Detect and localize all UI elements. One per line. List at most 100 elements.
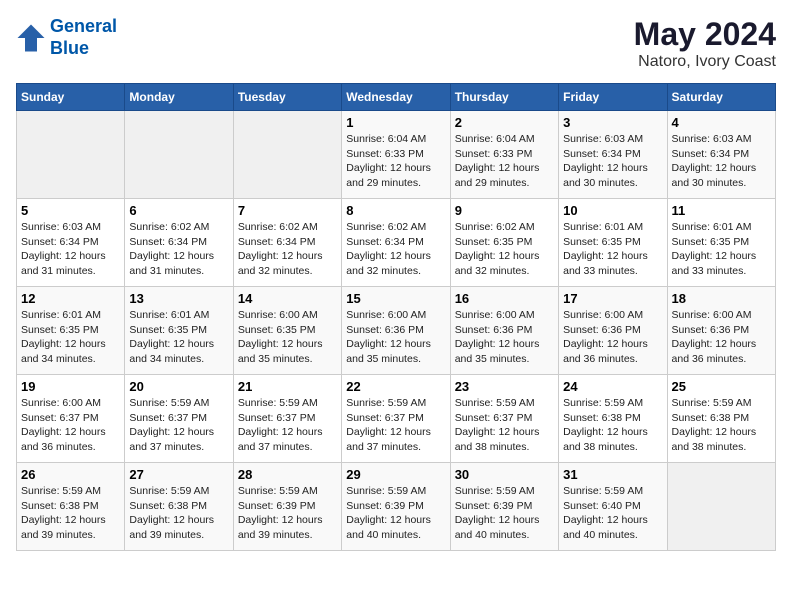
calendar-day-6: 6 Sunrise: 6:02 AMSunset: 6:34 PMDaylight… [125, 199, 233, 287]
calendar-day-17: 17 Sunrise: 6:00 AMSunset: 6:36 PMDayligh… [559, 287, 667, 375]
calendar-week-row: 1 Sunrise: 6:04 AMSunset: 6:33 PMDaylight… [17, 111, 776, 199]
calendar-day-24: 24Sunrise: 5:59 AMSunset: 6:38 PMDayligh… [559, 375, 667, 463]
calendar-day-23: 23Sunrise: 5:59 AMSunset: 6:37 PMDayligh… [450, 375, 558, 463]
weekday-header-saturday: Saturday [667, 84, 775, 111]
location: Natoro, Ivory Coast [634, 53, 776, 71]
day-info: Sunrise: 5:59 AMSunset: 6:39 PMDaylight:… [238, 484, 337, 543]
weekday-header-monday: Monday [125, 84, 233, 111]
calendar-day-29: 29 Sunrise: 5:59 AMSunset: 6:39 PMDayligh… [342, 463, 450, 551]
day-number: 26 [21, 467, 120, 482]
day-number: 20 [129, 379, 228, 394]
calendar-empty-cell [17, 111, 125, 199]
day-info: Sunrise: 6:04 AMSunset: 6:33 PMDaylight:… [346, 132, 445, 191]
day-number: 23 [455, 379, 554, 394]
day-number: 22 [346, 379, 445, 394]
logo-icon [16, 23, 46, 53]
day-info: Sunrise: 6:01 AMSunset: 6:35 PMDaylight:… [563, 220, 662, 279]
day-number: 11 [672, 203, 771, 218]
calendar-week-row: 5Sunrise: 6:03 AMSunset: 6:34 PMDaylight… [17, 199, 776, 287]
day-info: Sunrise: 6:00 AMSunset: 6:36 PMDaylight:… [455, 308, 554, 367]
calendar-day-13: 13 Sunrise: 6:01 AMSunset: 6:35 PMDayligh… [125, 287, 233, 375]
calendar-day-11: 11 Sunrise: 6:01 AMSunset: 6:35 PMDayligh… [667, 199, 775, 287]
title-block: May 2024 Natoro, Ivory Coast [634, 16, 776, 71]
day-info: Sunrise: 5:59 AMSunset: 6:40 PMDaylight:… [563, 484, 662, 543]
weekday-header-row: SundayMondayTuesdayWednesdayThursdayFrid… [17, 84, 776, 111]
calendar-day-30: 30 Sunrise: 5:59 AMSunset: 6:39 PMDayligh… [450, 463, 558, 551]
day-info: Sunrise: 6:01 AMSunset: 6:35 PMDaylight:… [21, 308, 120, 367]
calendar-day-25: 25Sunrise: 5:59 AMSunset: 6:38 PMDayligh… [667, 375, 775, 463]
calendar-day-4: 4 Sunrise: 6:03 AMSunset: 6:34 PMDaylight… [667, 111, 775, 199]
day-number: 8 [346, 203, 445, 218]
weekday-header-thursday: Thursday [450, 84, 558, 111]
day-info: Sunrise: 6:00 AMSunset: 6:37 PMDaylight:… [21, 396, 120, 455]
calendar-day-20: 20 Sunrise: 5:59 AMSunset: 6:37 PMDayligh… [125, 375, 233, 463]
day-number: 14 [238, 291, 337, 306]
day-number: 6 [129, 203, 228, 218]
calendar-day-12: 12 Sunrise: 6:01 AMSunset: 6:35 PMDayligh… [17, 287, 125, 375]
day-number: 30 [455, 467, 554, 482]
day-number: 12 [21, 291, 120, 306]
day-number: 4 [672, 115, 771, 130]
calendar-day-22: 22 Sunrise: 5:59 AMSunset: 6:37 PMDayligh… [342, 375, 450, 463]
day-number: 28 [238, 467, 337, 482]
calendar-day-19: 19 Sunrise: 6:00 AMSunset: 6:37 PMDayligh… [17, 375, 125, 463]
calendar-day-2: 2Sunrise: 6:04 AMSunset: 6:33 PMDaylight… [450, 111, 558, 199]
weekday-header-friday: Friday [559, 84, 667, 111]
calendar-day-18: 18Sunrise: 6:00 AMSunset: 6:36 PMDayligh… [667, 287, 775, 375]
day-number: 21 [238, 379, 337, 394]
calendar-week-row: 26 Sunrise: 5:59 AMSunset: 6:38 PMDayligh… [17, 463, 776, 551]
calendar-table: SundayMondayTuesdayWednesdayThursdayFrid… [16, 83, 776, 551]
day-info: Sunrise: 6:03 AMSunset: 6:34 PMDaylight:… [672, 132, 771, 191]
calendar-day-21: 21Sunrise: 5:59 AMSunset: 6:37 PMDayligh… [233, 375, 341, 463]
day-number: 15 [346, 291, 445, 306]
calendar-day-10: 10 Sunrise: 6:01 AMSunset: 6:35 PMDayligh… [559, 199, 667, 287]
day-info: Sunrise: 6:02 AMSunset: 6:34 PMDaylight:… [129, 220, 228, 279]
calendar-day-28: 28 Sunrise: 5:59 AMSunset: 6:39 PMDayligh… [233, 463, 341, 551]
calendar-day-1: 1 Sunrise: 6:04 AMSunset: 6:33 PMDaylight… [342, 111, 450, 199]
day-number: 13 [129, 291, 228, 306]
logo: General Blue [16, 16, 117, 59]
day-number: 17 [563, 291, 662, 306]
calendar-week-row: 19 Sunrise: 6:00 AMSunset: 6:37 PMDayligh… [17, 375, 776, 463]
day-info: Sunrise: 6:00 AMSunset: 6:36 PMDaylight:… [563, 308, 662, 367]
day-info: Sunrise: 5:59 AMSunset: 6:37 PMDaylight:… [129, 396, 228, 455]
day-info: Sunrise: 6:03 AMSunset: 6:34 PMDaylight:… [21, 220, 120, 279]
day-info: Sunrise: 6:03 AMSunset: 6:34 PMDaylight:… [563, 132, 662, 191]
month-year: May 2024 [634, 16, 776, 53]
calendar-day-27: 27 Sunrise: 5:59 AMSunset: 6:38 PMDayligh… [125, 463, 233, 551]
day-info: Sunrise: 6:02 AMSunset: 6:34 PMDaylight:… [346, 220, 445, 279]
day-info: Sunrise: 5:59 AMSunset: 6:37 PMDaylight:… [346, 396, 445, 455]
day-number: 27 [129, 467, 228, 482]
day-info: Sunrise: 5:59 AMSunset: 6:38 PMDaylight:… [21, 484, 120, 543]
day-info: Sunrise: 6:02 AMSunset: 6:34 PMDaylight:… [238, 220, 337, 279]
day-number: 18 [672, 291, 771, 306]
day-number: 19 [21, 379, 120, 394]
weekday-header-tuesday: Tuesday [233, 84, 341, 111]
calendar-day-26: 26 Sunrise: 5:59 AMSunset: 6:38 PMDayligh… [17, 463, 125, 551]
calendar-empty-cell [233, 111, 341, 199]
calendar-day-3: 3 Sunrise: 6:03 AMSunset: 6:34 PMDaylight… [559, 111, 667, 199]
calendar-empty-cell [125, 111, 233, 199]
day-info: Sunrise: 5:59 AMSunset: 6:39 PMDaylight:… [455, 484, 554, 543]
day-number: 31 [563, 467, 662, 482]
day-info: Sunrise: 6:01 AMSunset: 6:35 PMDaylight:… [672, 220, 771, 279]
calendar-day-8: 8 Sunrise: 6:02 AMSunset: 6:34 PMDaylight… [342, 199, 450, 287]
day-info: Sunrise: 5:59 AMSunset: 6:38 PMDaylight:… [563, 396, 662, 455]
calendar-day-9: 9 Sunrise: 6:02 AMSunset: 6:35 PMDaylight… [450, 199, 558, 287]
calendar-empty-cell [667, 463, 775, 551]
day-info: Sunrise: 6:01 AMSunset: 6:35 PMDaylight:… [129, 308, 228, 367]
day-number: 3 [563, 115, 662, 130]
calendar-day-15: 15Sunrise: 6:00 AMSunset: 6:36 PMDayligh… [342, 287, 450, 375]
calendar-day-16: 16Sunrise: 6:00 AMSunset: 6:36 PMDayligh… [450, 287, 558, 375]
day-info: Sunrise: 5:59 AMSunset: 6:38 PMDaylight:… [129, 484, 228, 543]
day-info: Sunrise: 5:59 AMSunset: 6:39 PMDaylight:… [346, 484, 445, 543]
day-number: 29 [346, 467, 445, 482]
calendar-day-14: 14Sunrise: 6:00 AMSunset: 6:35 PMDayligh… [233, 287, 341, 375]
day-info: Sunrise: 5:59 AMSunset: 6:38 PMDaylight:… [672, 396, 771, 455]
day-number: 7 [238, 203, 337, 218]
day-number: 9 [455, 203, 554, 218]
day-number: 1 [346, 115, 445, 130]
day-number: 10 [563, 203, 662, 218]
day-info: Sunrise: 6:02 AMSunset: 6:35 PMDaylight:… [455, 220, 554, 279]
calendar-week-row: 12 Sunrise: 6:01 AMSunset: 6:35 PMDayligh… [17, 287, 776, 375]
